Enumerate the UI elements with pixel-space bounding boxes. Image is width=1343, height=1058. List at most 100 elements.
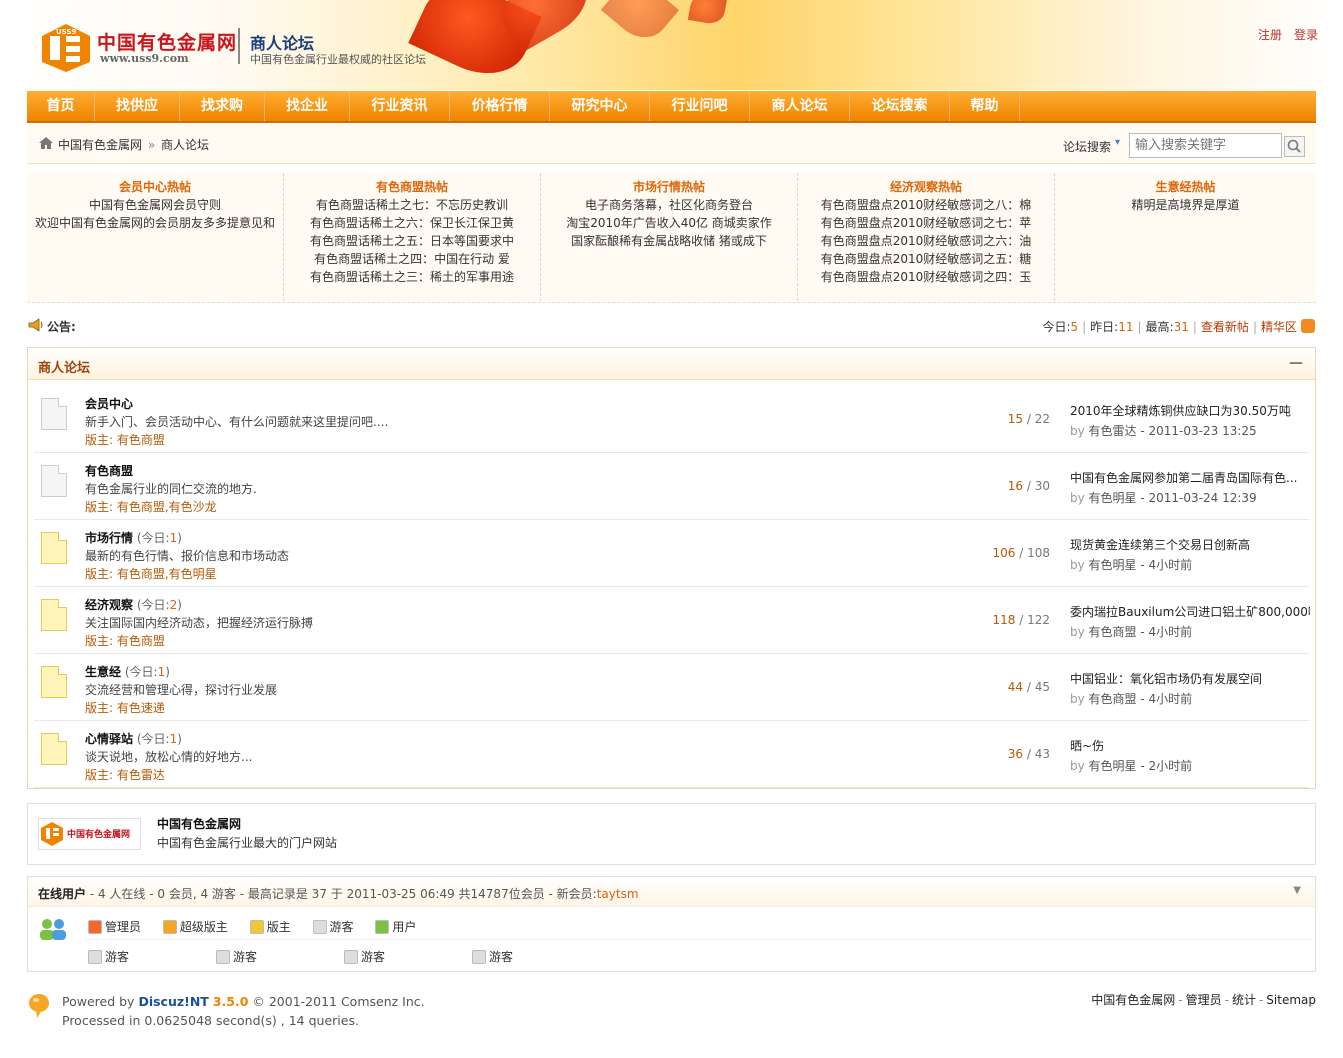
hot-post-link[interactable]: 有色商盟话稀土之六：保卫长江保卫黄 — [284, 214, 540, 232]
hot-column-title[interactable]: 会员中心热帖 — [27, 178, 283, 196]
hot-post-link[interactable]: 有色商盟话稀土之三：稀土的军事用途 — [284, 268, 540, 286]
forum-board-row: 会员中心 新手入门、会员活动中心、有什么问题就来这里提问吧.... 版主: 有色商盟… — [34, 386, 1309, 453]
discuz-link[interactable]: Discuz!NT — [138, 994, 208, 1009]
online-guest[interactable]: 游客 — [344, 948, 472, 965]
nav-item-home[interactable]: 首页 — [27, 91, 95, 121]
nav-item-company[interactable]: 找企业 — [265, 91, 350, 121]
board-desc: 谈天说地，放松心情的好地方... — [85, 750, 253, 764]
logo-text[interactable]: 中国有色金属网 — [97, 28, 237, 55]
nav-item-supply[interactable]: 找供应 — [95, 91, 180, 121]
board-moderators[interactable]: 版主: 有色商盟 — [85, 632, 165, 649]
chevron-down-icon[interactable]: ▾ — [1115, 137, 1120, 148]
collapse-icon[interactable]: — — [1289, 355, 1303, 371]
board-name[interactable]: 有色商盟 — [85, 462, 133, 479]
hot-post-link[interactable]: 有色商盟盘点2010财经敏感词之五：糖 — [798, 250, 1054, 268]
today-posts: (今日:2) — [136, 598, 182, 612]
uss9-logo-icon[interactable]: USS9 — [40, 22, 92, 74]
online-guest[interactable]: 游客 — [88, 948, 216, 965]
partner-logo[interactable]: 中国有色金属网 — [38, 818, 141, 850]
hot-post-link[interactable]: 精明是高境界是厚道 — [1055, 196, 1316, 214]
online-guest[interactable]: 游客 — [216, 948, 344, 965]
last-post-author[interactable]: 有色商盟 — [1089, 692, 1137, 706]
digest-link[interactable]: 精华区 — [1261, 320, 1297, 334]
hot-post-link[interactable]: 有色商盟盘点2010财经敏感词之六：油 — [798, 232, 1054, 250]
hot-column-business: 生意经热帖 精明是高境界是厚道 — [1055, 173, 1316, 301]
nav-item-research[interactable]: 研究中心 — [550, 91, 650, 121]
footer-link-stats[interactable]: 统计 — [1232, 993, 1256, 1007]
search-scope-label[interactable]: 论坛搜索 — [1063, 138, 1111, 155]
board-name[interactable]: 市场行情 (今日:1) — [85, 529, 182, 546]
hot-post-link[interactable]: 有色商盟盘点2010财经敏感词之七：苹 — [798, 214, 1054, 232]
chevron-down-icon[interactable]: ▼ — [1293, 885, 1301, 896]
hot-column-title[interactable]: 有色商盟热帖 — [284, 178, 540, 196]
forum-category-title[interactable]: 商人论坛 — [38, 357, 90, 376]
forum-board-row: 心情驿站 (今日:1) 谈天说地，放松心情的好地方... 版主: 有色雷达 36 / … — [34, 721, 1309, 788]
board-moderators[interactable]: 版主: 有色商盟 — [85, 431, 165, 448]
home-icon[interactable] — [39, 137, 53, 149]
newest-member-link[interactable]: taytsm — [597, 887, 639, 901]
board-moderators[interactable]: 版主: 有色雷达 — [85, 766, 165, 783]
board-moderators[interactable]: 版主: 有色商盟,有色沙龙 — [85, 498, 217, 515]
online-guest[interactable]: 游客 — [472, 948, 600, 965]
hot-post-link[interactable]: 电子商务落幕，社区化商务登台 — [541, 196, 797, 214]
breadcrumb-separator: » — [147, 138, 156, 152]
last-post-meta: by 有色商盟 - 4小时前 — [1070, 692, 1193, 706]
footer-link-admin[interactable]: 管理员 — [1186, 993, 1222, 1007]
hot-post-link[interactable]: 有色商盟话稀土之四：中国在行动 爱 — [284, 250, 540, 268]
nav-item-news[interactable]: 行业资讯 — [350, 91, 450, 121]
board-name[interactable]: 经济观察 (今日:2) — [85, 596, 182, 613]
nav-item-help[interactable]: 帮助 — [950, 91, 1020, 121]
nav-item-prices[interactable]: 价格行情 — [450, 91, 550, 121]
board-moderators[interactable]: 版主: 有色商盟,有色明星 — [85, 565, 217, 582]
hot-post-link[interactable]: 中国有色金属网会员守则 — [27, 196, 283, 214]
hot-post-link[interactable]: 国家酝酿稀有金属战略收储 猪或成下 — [541, 232, 797, 250]
hot-post-link[interactable]: 有色商盟盘点2010财经敏感词之四：玉 — [798, 268, 1054, 286]
hot-post-link[interactable]: 有色商盟话稀土之五：日本等国要求中 — [284, 232, 540, 250]
last-post-title[interactable]: 2010年全球精炼铜供应缺口为30.50万吨 — [1070, 402, 1310, 419]
last-post-title[interactable]: 委内瑞拉Bauxilum公司进口铝土矿800,000吨 — [1070, 603, 1310, 620]
hot-column-title[interactable]: 生意经热帖 — [1055, 178, 1316, 196]
last-post-title[interactable]: 晒~伤 — [1070, 737, 1310, 754]
partner-name[interactable]: 中国有色金属网 — [157, 815, 241, 832]
last-post-meta: by 有色明星 - 4小时前 — [1070, 558, 1193, 572]
register-link[interactable]: 注册 — [1258, 28, 1282, 42]
last-post-author[interactable]: 有色雷达 — [1089, 424, 1137, 438]
hot-post-link[interactable]: 欢迎中国有色金属网的会员朋友多多提意见和 — [27, 214, 283, 232]
footer-link-site[interactable]: 中国有色金属网 — [1091, 993, 1175, 1007]
board-counts: 15 / 22 — [1007, 412, 1050, 426]
nav-item-forum[interactable]: 商人论坛 — [750, 91, 850, 121]
search-button[interactable] — [1284, 136, 1305, 157]
yesterday-label: 昨日: — [1090, 320, 1119, 334]
board-name[interactable]: 心情驿站 (今日:1) — [85, 730, 182, 747]
breadcrumb-home[interactable]: 中国有色金属网 — [58, 138, 142, 152]
board-name[interactable]: 会员中心 — [85, 395, 133, 412]
search-input[interactable] — [1129, 133, 1282, 158]
hot-column-title[interactable]: 经济观察热帖 — [798, 178, 1054, 196]
new-posts-link[interactable]: 查看新帖 — [1201, 320, 1249, 334]
last-post-author[interactable]: 有色商盟 — [1089, 625, 1137, 639]
last-post-author[interactable]: 有色明星 — [1089, 759, 1137, 773]
rss-icon[interactable] — [1301, 319, 1315, 333]
hot-column-title[interactable]: 市场行情热帖 — [541, 178, 797, 196]
last-post-title[interactable]: 现货黄金连续第三个交易日创新高 — [1070, 536, 1310, 553]
nav-item-qa[interactable]: 行业问吧 — [650, 91, 750, 121]
hot-post-link[interactable]: 有色商盟盘点2010财经敏感词之八：棉 — [798, 196, 1054, 214]
board-moderators[interactable]: 版主: 有色速递 — [85, 699, 165, 716]
last-post-title[interactable]: 中国有色金属网参加第二届青岛国际有色... — [1070, 469, 1310, 486]
footer-link-sitemap[interactable]: Sitemap — [1266, 993, 1316, 1007]
discuz-logo-icon — [29, 994, 49, 1018]
nav-item-purchase[interactable]: 找求购 — [180, 91, 265, 121]
breadcrumb-bar: 中国有色金属网 » 商人论坛 论坛搜索 ▾ — [27, 124, 1316, 164]
board-name[interactable]: 生意经 (今日:1) — [85, 663, 170, 680]
nav-item-forum-search[interactable]: 论坛搜索 — [850, 91, 950, 121]
legend-admin: 管理员 — [88, 918, 141, 935]
board-counts: 118 / 122 — [992, 613, 1050, 627]
hot-post-link[interactable]: 淘宝2010年广告收入40亿 商城卖家作 — [541, 214, 797, 232]
last-post-author[interactable]: 有色明星 — [1089, 491, 1137, 505]
hot-post-link[interactable]: 有色商盟话稀土之七：不忘历史教训 — [284, 196, 540, 214]
megaphone-icon — [28, 318, 43, 332]
last-post-author[interactable]: 有色明星 — [1089, 558, 1137, 572]
board-counts: 106 / 108 — [992, 546, 1050, 560]
last-post-title[interactable]: 中国铝业：氧化铝市场仍有发展空间 — [1070, 670, 1310, 687]
login-link[interactable]: 登录 — [1294, 28, 1318, 42]
